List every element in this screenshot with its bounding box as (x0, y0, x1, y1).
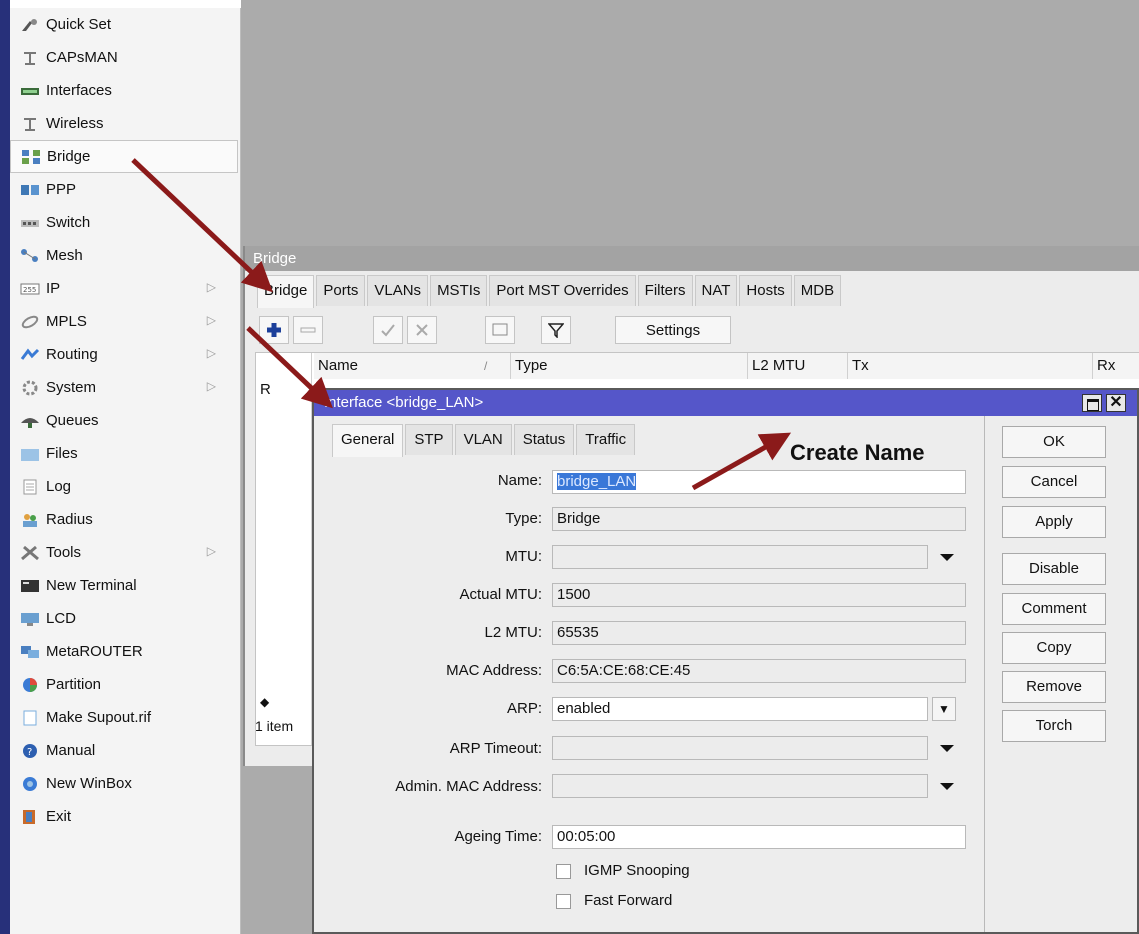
arrow-to-bridge-tab (131, 158, 273, 293)
arrow-to-name-field (691, 432, 792, 491)
annotation-arrows (131, 158, 792, 491)
arrow-to-add-button (246, 326, 333, 409)
create-name-annotation: Create Name (790, 440, 925, 465)
